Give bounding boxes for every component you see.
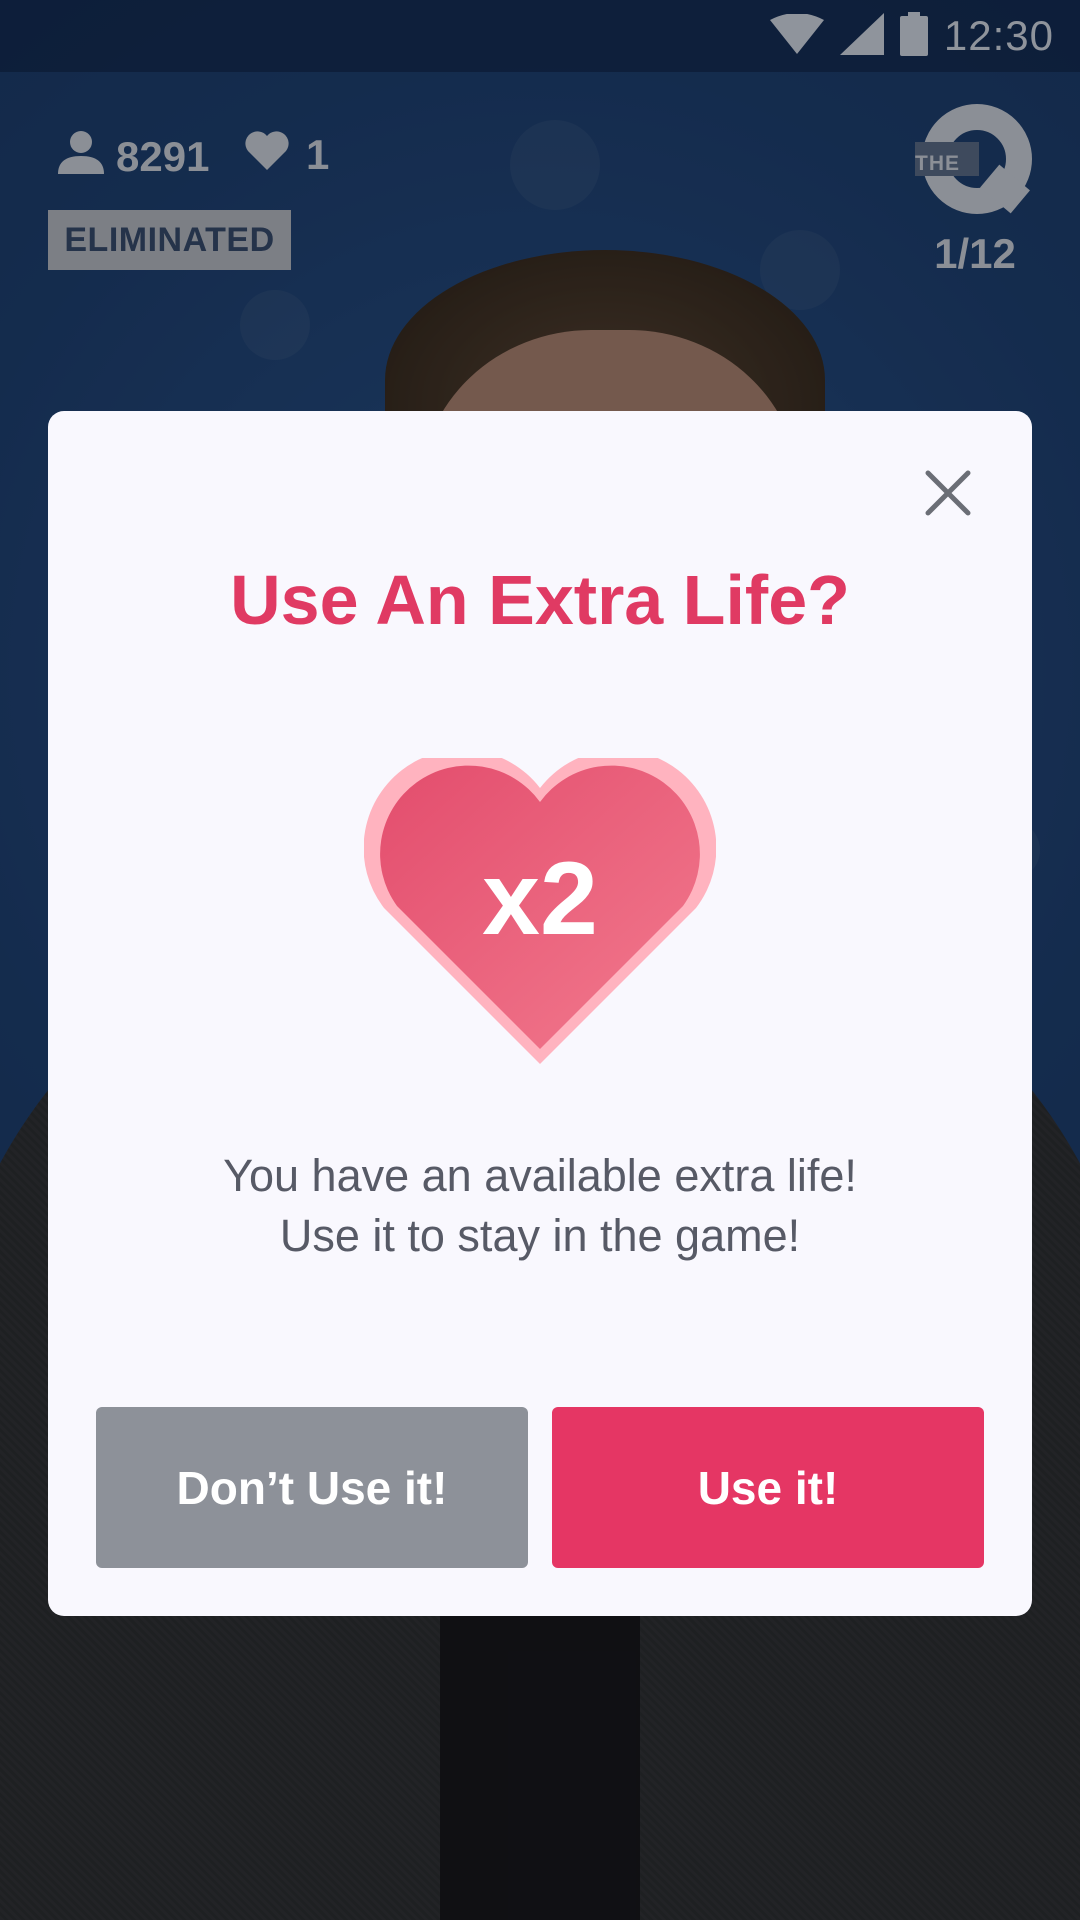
dont-use-button[interactable]: Don’t Use it! — [96, 1407, 528, 1568]
dialog-title: Use An Extra Life? — [230, 561, 850, 639]
cell-signal-icon — [839, 12, 884, 60]
lives-count-value: 1 — [306, 131, 330, 178]
question-progress: 1/12 — [934, 230, 1016, 277]
use-it-button[interactable]: Use it! — [552, 1407, 984, 1568]
heart-icon — [244, 130, 290, 180]
battery-icon — [899, 11, 928, 61]
lives-count: 1 — [244, 130, 329, 180]
eliminated-badge: ELIMINATED — [48, 210, 291, 270]
dialog-message: You have an available extra life! Use it… — [48, 1146, 1032, 1266]
logo-text: THE — [915, 152, 960, 175]
dialog-message-line2: Use it to stay in the game! — [279, 1210, 801, 1261]
person-icon — [58, 130, 104, 184]
extra-life-count: x2 — [482, 841, 598, 957]
close-icon — [925, 470, 971, 516]
status-bar: 12:30 — [0, 0, 1080, 72]
wifi-icon — [769, 12, 824, 59]
close-button[interactable] — [910, 455, 986, 531]
player-count-value: 8291 — [116, 133, 210, 180]
dialog-message-line1: You have an available extra life! — [223, 1150, 857, 1201]
status-time: 12:30 — [943, 12, 1054, 59]
player-count: 8291 — [58, 130, 209, 184]
